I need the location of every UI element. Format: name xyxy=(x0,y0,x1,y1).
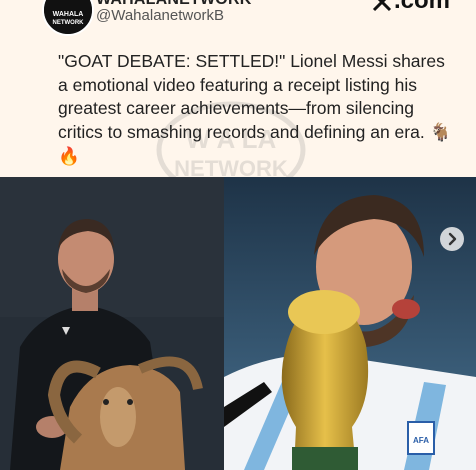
messi-goat-photo xyxy=(0,177,224,470)
x-logo: .com xyxy=(372,0,450,18)
x-icon xyxy=(372,0,392,12)
image-right[interactable]: AFA xyxy=(224,177,476,470)
avatar-logo: WAHALA NETWORK xyxy=(44,0,92,34)
x-domain-text: .com xyxy=(394,0,451,14)
svg-text:AFA: AFA xyxy=(413,436,429,445)
messi-trophy-photo: AFA xyxy=(224,177,476,470)
svg-text:NETWORK: NETWORK xyxy=(53,20,85,26)
post-header: WAHALA NETWORK WAHALA NETWORK @Wahalanetw… xyxy=(0,0,476,40)
goat-emoji: 🐐 xyxy=(429,122,452,143)
post-text: "GOAT DEBATE: SETTLED!" Lionel Messi sha… xyxy=(58,50,458,170)
image-left[interactable] xyxy=(0,177,224,470)
avatar[interactable]: WAHALA NETWORK xyxy=(42,0,94,36)
chevron-right-icon xyxy=(448,232,457,246)
fire-emoji: 🔥 xyxy=(58,147,80,167)
svg-text:WAHALA: WAHALA xyxy=(53,11,84,18)
account-handle[interactable]: @WahalanetworkB xyxy=(96,7,224,24)
post-body: "GOAT DEBATE: SETTLED!" Lionel Messi sha… xyxy=(58,51,445,142)
carousel-next-button[interactable] xyxy=(440,227,464,251)
